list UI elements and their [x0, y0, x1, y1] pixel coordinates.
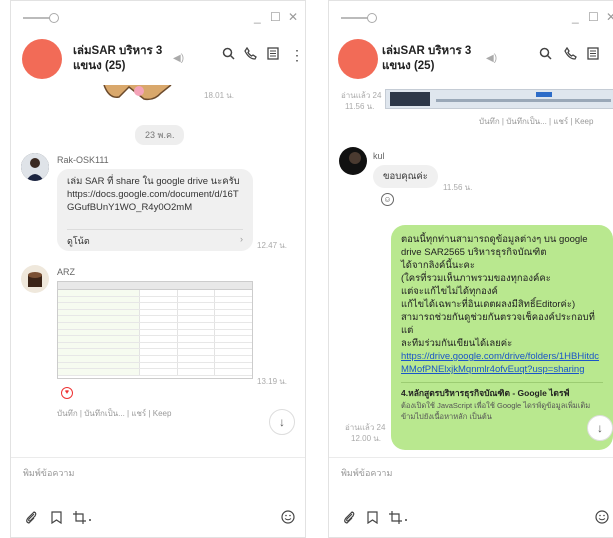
more-icon[interactable]: ⋮ [290, 47, 304, 64]
message-actions[interactable]: บันทึก | บันทึกเป็น... | แชร์ | Keep [479, 115, 593, 128]
reaction-icon[interactable]: ♥ [61, 387, 73, 399]
notes-icon[interactable] [587, 47, 599, 63]
title-bar: _ ☐ ✕ [329, 1, 613, 33]
spreadsheet-image[interactable] [57, 281, 253, 379]
message-text: ขอบคุณค่ะ [383, 171, 428, 182]
link-preview[interactable]: ดูโน้ต › [67, 229, 243, 248]
chat-window-right: _ ☐ ✕ เล่มSAR บริหาร 3 แขนง (25) ◀) อ่าน… [328, 0, 613, 538]
pin-icon[interactable] [23, 13, 59, 23]
link-preview-card[interactable]: 4.หลักสูตรบริหารธุรกิจบัณฑิต - Google ได… [401, 382, 603, 422]
search-icon[interactable] [539, 47, 552, 63]
message-bubble-own[interactable]: ตอนนี้ทุกท่านสามารถดูข้อมูลต่างๆ บน goog… [391, 225, 613, 450]
message-list[interactable]: 18.01 น. 23 พ.ค. Rak-OSK111 เล่ม SAR ที่… [11, 85, 305, 457]
message-text: (ใครที่รวมเห็นภาพรวมของทุกองค์คะ [401, 273, 551, 284]
group-name: เล่มSAR บริหาร 3 แขนง (25) [382, 45, 472, 72]
message-time: 11.56 น. [345, 102, 375, 111]
message-actions[interactable]: บันทึก | บันทึกเป็น... | แชร์ | Keep [57, 407, 171, 420]
reaction-icon[interactable]: ☺ [381, 193, 394, 206]
preview-label: ดูโน้ต [67, 236, 90, 246]
crop-icon[interactable] [73, 511, 93, 527]
message-text: แก้ไขได้เฉพาะที่อินเดตผลงมีสิทธิ์Editorค… [401, 299, 576, 310]
message-time: 12.47 น. [257, 241, 287, 250]
message-text: เล่ม SAR ที่ share ใน google drive นะครั… [67, 176, 240, 213]
notes-icon[interactable] [267, 47, 279, 63]
shared-screenshot[interactable] [385, 89, 613, 109]
search-icon[interactable] [222, 47, 235, 63]
message-bubble[interactable]: เล่ม SAR ที่ share ใน google drive นะครั… [57, 169, 253, 251]
chat-window-left: _ ☐ ✕ เล่มSAR บริหาร 3 แขนง (25) ◀) ⋮ 18… [10, 0, 306, 538]
message-input[interactable]: พิมพ์ข้อความ [341, 466, 392, 480]
speaker-icon[interactable]: ◀) [173, 53, 184, 64]
sender-name: ARZ [57, 267, 75, 277]
sender-name: Rak-OSK111 [57, 155, 109, 165]
message-text: ตอนนี้ทุกท่านสามารถดูข้อมูลต่างๆ บน goog… [401, 234, 588, 258]
close-icon[interactable]: ✕ [288, 10, 298, 24]
message-time: 11.56 น. [443, 183, 473, 192]
avatar[interactable] [21, 153, 49, 181]
sticker-image[interactable] [99, 85, 179, 101]
group-avatar[interactable] [22, 39, 62, 79]
title-bar: _ ☐ ✕ [11, 1, 305, 33]
message-list[interactable]: อ่านแล้ว 24 11.56 น. บันทึก | บันทึกเป็น… [329, 85, 613, 457]
attach-icon[interactable] [25, 511, 38, 527]
pin-icon[interactable] [341, 13, 377, 23]
composer: พิมพ์ข้อความ [11, 457, 305, 537]
sender-name: kul [373, 151, 385, 161]
message-time: 18.01 น. [204, 91, 234, 100]
date-divider: 23 พ.ค. [135, 125, 185, 145]
emoji-icon[interactable] [281, 510, 295, 527]
message-time: 12.00 น. [351, 434, 381, 443]
composer: พิมพ์ข้อความ [329, 457, 613, 537]
bookmark-icon[interactable] [367, 511, 378, 527]
chat-header: เล่มSAR บริหาร 3 แขนง (25) ◀) ⋮ [11, 33, 305, 85]
avatar[interactable] [21, 265, 49, 293]
avatar[interactable] [339, 147, 367, 175]
message-text: สามารถช่วยกันดูช่วยกันตรวจเช็คองค์ประกอบ… [401, 312, 595, 336]
message-bubble[interactable]: ขอบคุณค่ะ [373, 165, 438, 188]
close-icon[interactable]: ✕ [606, 10, 613, 24]
group-avatar[interactable] [338, 39, 378, 79]
bookmark-icon[interactable] [51, 511, 62, 527]
phone-icon[interactable] [564, 46, 577, 63]
scroll-down-icon[interactable]: ↓ [587, 415, 613, 441]
preview-title: 4.หลักสูตรบริหารธุรกิจบัณฑิต - Google ได… [401, 388, 570, 398]
chevron-right-icon: › [240, 234, 243, 244]
maximize-icon[interactable]: ☐ [270, 10, 281, 24]
attach-icon[interactable] [343, 511, 356, 527]
minimize-icon[interactable]: _ [572, 10, 579, 24]
message-text: ละทีมร่วมกันเขียนได้เลยค่ะ [401, 338, 513, 349]
preview-description: ต้องเปิดใช้ JavaScript เพื่อใช้ Google ไ… [401, 401, 591, 421]
phone-icon[interactable] [244, 46, 257, 63]
minimize-icon[interactable]: _ [254, 10, 261, 24]
message-text: ได้จากลิงค์นี้นะคะ [401, 260, 475, 271]
speaker-icon[interactable]: ◀) [486, 53, 497, 64]
crop-icon[interactable] [389, 511, 409, 527]
scroll-down-icon[interactable]: ↓ [269, 409, 295, 435]
drive-link[interactable]: https://drive.google.com/drive/folders/1… [401, 350, 603, 376]
emoji-icon[interactable] [595, 510, 609, 527]
message-text: แต่จะแก้ไขไม่ได้ทุกองค์ [401, 286, 498, 297]
message-input[interactable]: พิมพ์ข้อความ [23, 466, 74, 480]
chat-header: เล่มSAR บริหาร 3 แขนง (25) ◀) [329, 33, 613, 85]
message-time: 13.19 น. [257, 377, 287, 386]
maximize-icon[interactable]: ☐ [588, 10, 599, 24]
